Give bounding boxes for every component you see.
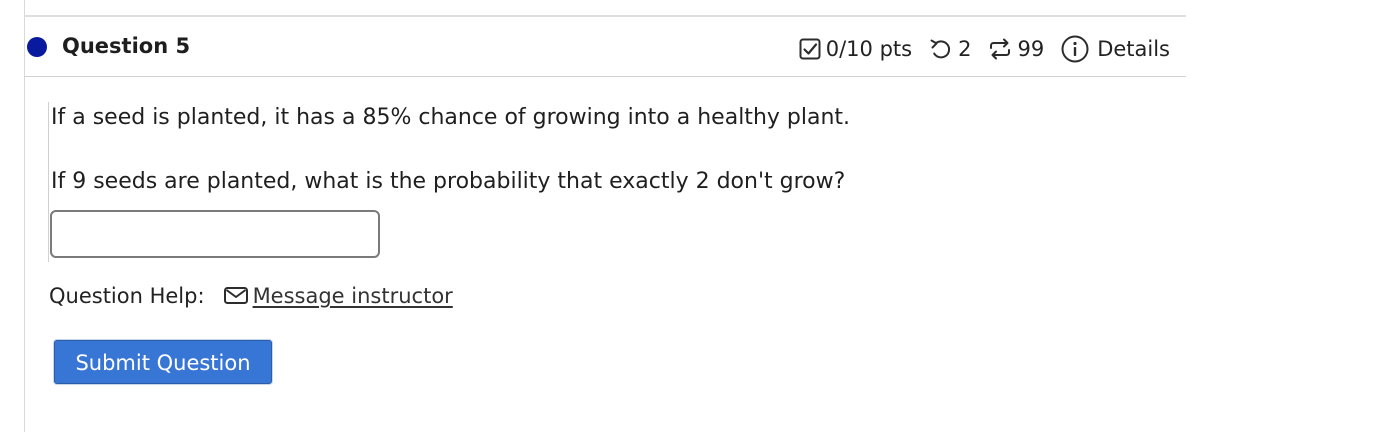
repeat-icon xyxy=(990,38,1011,60)
question-help-row: Question Help: Message instructor xyxy=(49,284,453,308)
question-help-label: Question Help: xyxy=(49,284,205,308)
answer-input[interactable] xyxy=(50,210,380,258)
checkbox-icon xyxy=(799,38,821,60)
content-left-border xyxy=(48,102,49,262)
question-title: Question 5 xyxy=(62,34,191,58)
attempts-count: 99 xyxy=(1017,37,1045,61)
details-link[interactable]: Details xyxy=(1097,37,1170,61)
submit-question-button[interactable]: Submit Question xyxy=(54,340,272,384)
question-text-line-1: If a seed is planted, it has a 85% chanc… xyxy=(51,105,851,130)
score-text: 0/10 pts xyxy=(825,37,913,61)
top-divider xyxy=(24,15,1186,17)
retries-count: 2 xyxy=(958,37,972,61)
info-icon[interactable] xyxy=(1060,34,1090,64)
question-meta: 0/10 pts 2 99 Details xyxy=(798,32,1170,66)
mail-icon xyxy=(223,287,248,304)
question-status-dot xyxy=(27,37,47,57)
message-instructor-label: Message instructor xyxy=(252,284,453,308)
question-text-line-2: If 9 seeds are planted, what is the prob… xyxy=(51,169,846,194)
message-instructor-link[interactable]: Message instructor xyxy=(223,284,453,308)
header-divider xyxy=(24,76,1186,77)
retry-icon xyxy=(930,39,951,59)
left-border xyxy=(24,0,25,432)
